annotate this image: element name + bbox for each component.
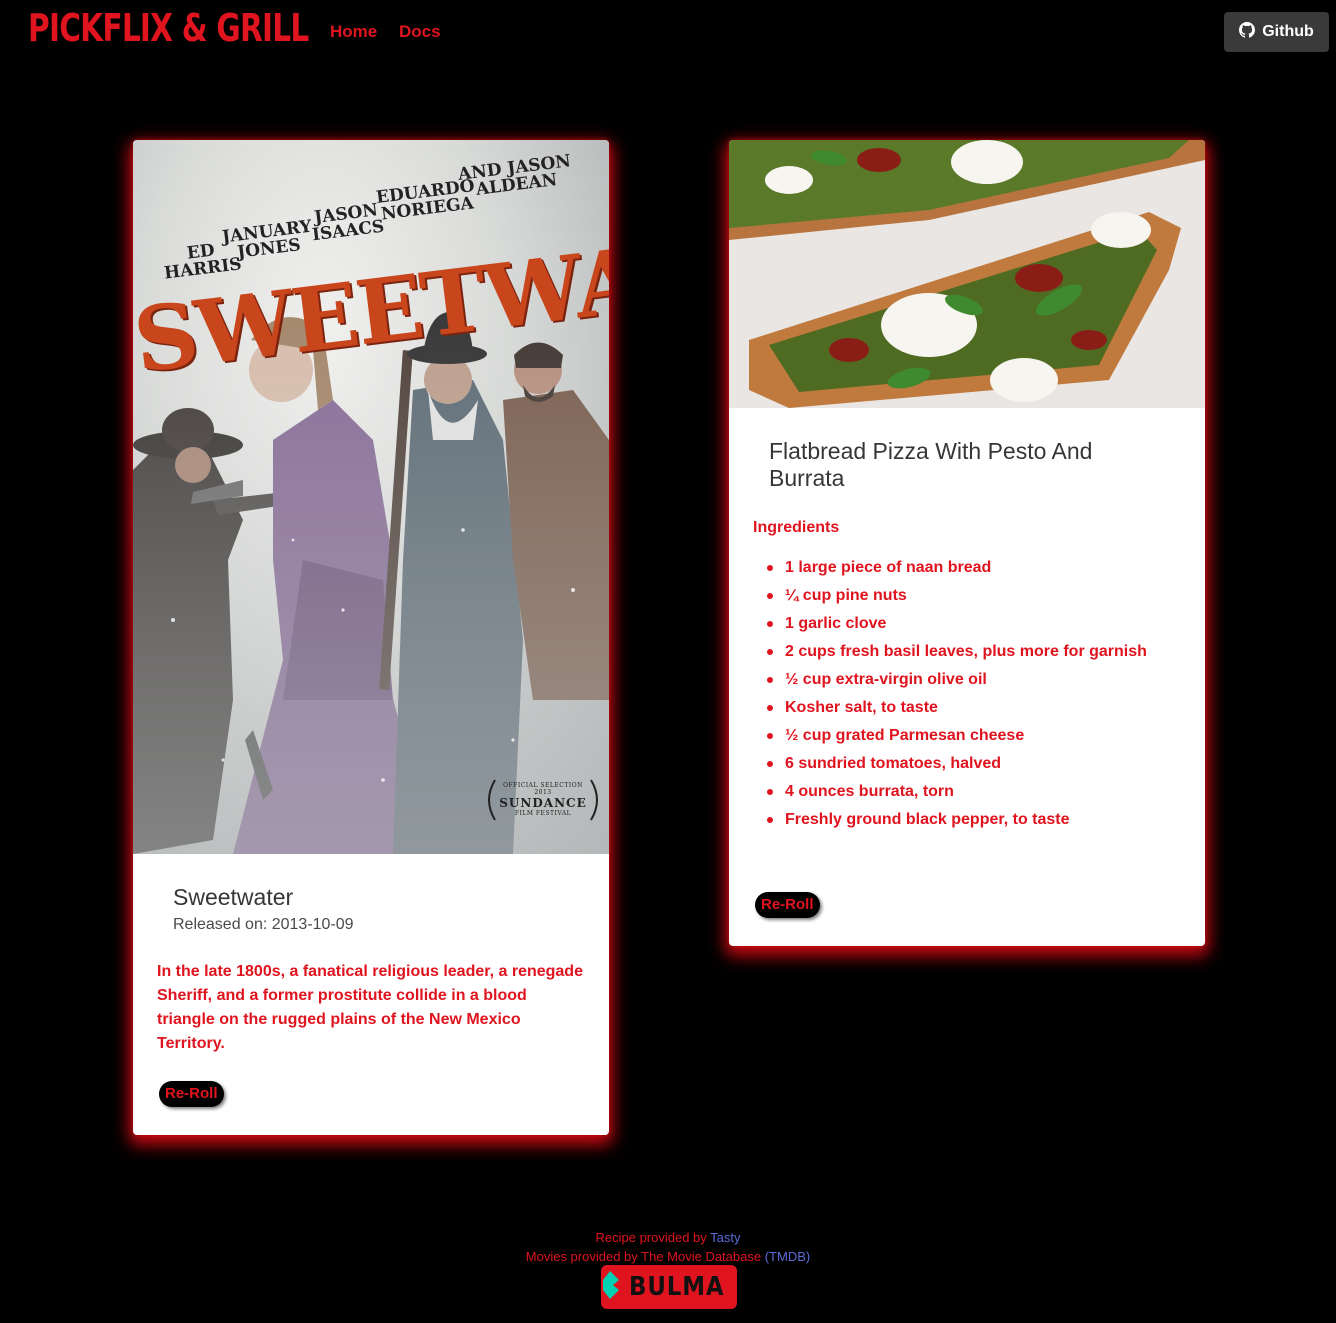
tasty-link[interactable]: Tasty <box>710 1230 740 1245</box>
movie-poster: ED HARRIS JANUARY JONES JASON ISAACS EDU… <box>133 140 609 854</box>
brand-logo[interactable]: PICKFLIX & GRILL <box>28 6 309 50</box>
ingredient-item: ¼ cup pine nuts <box>767 584 1147 612</box>
recipe-photo <box>729 140 1205 408</box>
github-icon <box>1239 21 1256 43</box>
ingredient-item: ½ cup extra-virgin olive oil <box>767 668 1147 696</box>
ingredient-item: 1 garlic clove <box>767 612 1147 640</box>
movie-release-date: Released on: 2013-10-09 <box>173 916 354 933</box>
movie-overview: In the late 1800s, a fanatical religious… <box>157 963 583 1052</box>
movie-card: ED HARRIS JANUARY JONES JASON ISAACS EDU… <box>133 140 609 1135</box>
nav-docs-link[interactable]: Docs <box>399 22 441 42</box>
recipe-title: Flatbread Pizza With Pesto And Burrata <box>769 438 1093 491</box>
tmdb-link[interactable]: (TMDB) <box>765 1249 811 1264</box>
recipe-card: Flatbread Pizza With Pesto And Burrata I… <box>729 140 1205 946</box>
ingredient-item: 4 ounces burrata, torn <box>767 780 1147 808</box>
bulma-logo-icon <box>601 1270 621 1304</box>
movie-credit: Movies provided by The Movie Database (T… <box>525 1249 811 1264</box>
navbar: PICKFLIX & GRILL Home Docs Github <box>0 0 1336 64</box>
ingredient-item: Freshly ground black pepper, to taste <box>767 808 1147 836</box>
ingredient-item: ½ cup grated Parmesan cheese <box>767 724 1147 752</box>
bulma-badge[interactable]: BULMA <box>601 1265 737 1309</box>
recipe-credit: Recipe provided by Tasty <box>595 1230 741 1245</box>
ingredients-heading: Ingredients <box>753 519 840 536</box>
sundance-laurel: OFFICIAL SELECTION 2013 SUNDANCE FILM FE… <box>499 782 587 817</box>
movie-title: Sweetwater <box>173 884 294 910</box>
ingredient-item: 1 large piece of naan bread <box>767 556 1147 584</box>
movie-reroll-button[interactable]: Re-Roll <box>159 1081 224 1107</box>
recipe-reroll-button[interactable]: Re-Roll <box>755 892 820 918</box>
recipe-image <box>729 140 1205 408</box>
ingredient-item: Kosher salt, to taste <box>767 696 1147 724</box>
github-button[interactable]: Github <box>1224 12 1329 52</box>
ingredient-item: 2 cups fresh basil leaves, plus more for… <box>767 640 1147 668</box>
ingredients-list: 1 large piece of naan bread ¼ cup pine n… <box>767 556 1147 836</box>
bulma-text: BULMA <box>628 1272 725 1302</box>
github-label: Github <box>1262 23 1314 40</box>
footer: Recipe provided by Tasty Movies provided… <box>0 1228 1336 1266</box>
nav-home-link[interactable]: Home <box>330 22 377 42</box>
ingredient-item: 6 sundried tomatoes, halved <box>767 752 1147 780</box>
